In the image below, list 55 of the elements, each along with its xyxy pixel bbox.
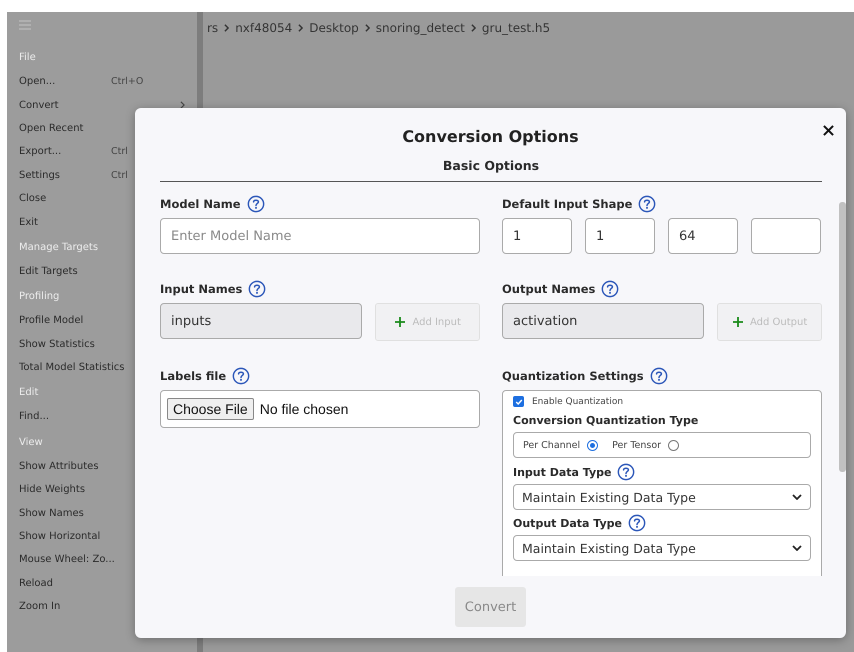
radio-label: Per Tensor [612,440,662,450]
breadcrumb-item[interactable]: nxf48054 [235,21,292,35]
breadcrumb-item[interactable]: gru_test.h5 [482,21,550,35]
radio-option[interactable]: Per Tensor [612,440,680,450]
menu-item-label: Exit [19,216,39,228]
menu-item-label: Show Names [19,508,85,519]
menu-item-label: Settings [19,170,62,181]
field-label: Default Input Shape [502,197,632,211]
choose-file-button[interactable]: Choose File [167,398,254,420]
menu-item-label: Show Attributes [19,460,100,472]
shortcut-label: Ctrl [111,146,128,158]
menu-heading: Profiling [19,291,60,304]
menu-item-label: Reload [19,578,54,589]
menu-item-label: Edit Targets [19,266,79,277]
field-label: Output Names [502,282,596,296]
breadcrumb-item[interactable]: snoring_detect [376,21,465,35]
menu-heading: Edit [19,387,38,400]
field-label: Input Data Type [513,466,612,478]
output-type-dropdown[interactable]: Maintain Existing Data Type [513,535,811,561]
menu-item-label: Show Statistics [19,338,96,350]
menu-item-label: Zoom In [19,601,62,612]
radio-option[interactable]: Per Channel [523,440,598,450]
field-label: Model Name [160,197,240,211]
file-status: No file chosen [260,401,348,417]
field-label: Quantization Settings [502,369,644,383]
input-type-dropdown[interactable]: Maintain Existing Data Type [513,484,811,510]
menu-heading: File [19,52,36,65]
menu-heading: View [19,436,43,450]
model-name-field[interactable]: Enter Model Name [160,218,480,254]
menu-item-label: Mouse Wheel: Zo... [19,554,115,566]
menu-item-label: Hide Weights [19,484,86,496]
menu-heading: Manage Targets [19,242,98,255]
field-label: Conversion Quantization Type [513,414,698,426]
menu-item-label: Export... [19,146,62,158]
shape-field[interactable]: 1 [585,218,655,254]
section-heading: Basic Options [160,146,822,182]
dialog-title: Conversion Options [401,127,580,146]
breadcrumb-item[interactable]: rs [207,21,218,35]
field-label: Input Names [160,282,242,296]
menu-item-label: Convert [19,100,60,111]
radio-label: Per Channel [523,440,580,450]
field-label: Output Data Type [513,516,622,530]
shape-field[interactable]: 64 [668,218,738,254]
shortcut-label: Ctrl+O [111,76,144,88]
shortcut-label: Ctrl [111,170,128,181]
menu-item[interactable]: Convert [19,93,197,117]
menu-item-label: Open Recent [19,122,84,134]
breadcrumb-item[interactable]: Desktop [309,21,359,35]
file-field[interactable]: Choose File No file chosen [160,390,480,428]
menu-item-label: Show Horizontal [19,531,102,542]
menu-item[interactable]: Open... Ctrl+O [19,70,197,94]
menu-item-label: Open... [19,76,56,88]
field-label: Labels file [160,369,226,383]
shape-field[interactable]: 1 [502,218,572,254]
checkbox-label: Enable Quantization [532,396,624,406]
